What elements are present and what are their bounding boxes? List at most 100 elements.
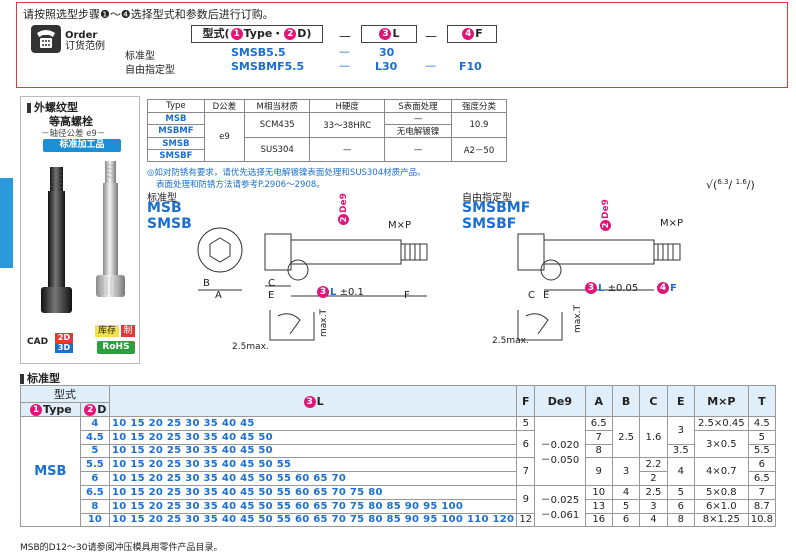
mxp-cell: 4×0.7 — [693, 457, 749, 486]
std-l-dim: 3L ±0.1 — [316, 286, 364, 298]
std-dim-f: F — [404, 290, 410, 301]
l-cell: 10 15 20 25 30 35 40 45 50 55 60 65 70 7… — [109, 484, 518, 500]
spec-h-type: Type — [147, 99, 205, 113]
d-cell: 6.5 — [79, 484, 111, 500]
e-cell: 3.5 — [666, 443, 695, 459]
l-cell: 10 15 20 25 30 35 40 45 50 55 60 65 70 7… — [109, 498, 518, 514]
l-cell: 10 15 20 25 30 35 40 45 50 55 60 65 70 7… — [109, 512, 518, 528]
row1-dash: — — [339, 45, 350, 58]
t-cell: 10.8 — [747, 512, 777, 528]
t-cell: 7 — [747, 484, 777, 500]
l-cell: 10 15 20 25 30 35 40 45 — [109, 416, 518, 431]
h-e: E — [666, 385, 695, 417]
std-max-t: max.T — [318, 309, 329, 337]
a-cell: 7 — [584, 429, 613, 445]
h-de9: De9 — [534, 385, 586, 417]
row2-f: F10 — [459, 60, 482, 73]
l-cell: 10 15 20 25 30 35 40 45 50 — [109, 429, 518, 445]
spec-row: MSB e9 SCM435 33～38HRC — 10.9 — [147, 112, 508, 162]
c-cell: 2 — [639, 471, 668, 486]
spec-surf: 无电解镀镍 — [384, 124, 452, 138]
order-box-f: 4F — [447, 25, 497, 43]
e-cell: 4 — [666, 457, 695, 486]
cad-3d-badge[interactable]: 3D — [55, 343, 73, 353]
spec-note2[interactable]: 表面处理和防锈方法请参考P.2906～2908。 — [156, 178, 325, 190]
t-cell: 5.5 — [747, 443, 777, 459]
order-example-box: 请按照选型步骤❶～❹选择型式和参数后进行订购。 Order 订货范例 型式(1 T… — [16, 2, 788, 88]
roughness-symbol-icon: √(6.3/ 1.6/) — [706, 178, 755, 192]
spec-header-row: Type D公差 M相当材质 H硬度 S表面处理 强度分类 — [147, 99, 508, 113]
spec-type: MSBMF — [147, 124, 205, 138]
row2-label: 自由指定型 — [125, 65, 175, 76]
l-cell: 10 15 20 25 30 35 40 45 50 — [109, 443, 518, 459]
free-de9: 2De9 — [600, 199, 611, 232]
free-dim-e: E — [543, 290, 550, 301]
a-cell: 8 — [584, 443, 613, 459]
order-dash-1: — — [339, 29, 351, 43]
title-bar-mark — [27, 103, 31, 113]
spec-hard: — — [309, 137, 385, 162]
free-max25: 2.5max. — [492, 336, 529, 346]
row2-dash-2: — — [425, 59, 436, 72]
e-cell: 5 — [666, 484, 695, 500]
tol-cell: －0.025 －0.061 — [534, 484, 586, 528]
order-box-l: 3L — [361, 25, 417, 43]
c-cell: 1.6 — [639, 415, 668, 459]
c-cell: 2.2 — [639, 457, 668, 473]
make-badge: 制 — [121, 325, 135, 337]
std-dim-a: A — [215, 290, 222, 301]
cad-2d-badge[interactable]: 2D — [55, 333, 73, 343]
free-mxp: M×P — [660, 218, 684, 229]
h-a: A — [584, 385, 613, 417]
b-cell: 3 — [611, 457, 641, 486]
c-cell: 2.5 — [639, 484, 668, 500]
spec-hard: 33～38HRC — [309, 112, 385, 138]
d-cell: 6 — [79, 471, 111, 486]
row2-type: SMSBMF5.5 — [231, 60, 305, 73]
h-b: B — [611, 385, 641, 417]
order-label-cn: 订货范例 — [65, 41, 105, 52]
e-cell: 3 — [666, 416, 695, 445]
f-cell: 12 — [516, 512, 536, 528]
section-title: 标准型 — [20, 370, 60, 386]
table-row: 6 10 15 20 25 30 35 40 45 50 55 60 65 70… — [21, 471, 777, 486]
drawing-std-type2: SMSB — [147, 216, 192, 232]
mxp-cell: 3×0.5 — [693, 429, 749, 459]
spec-class: A2－50 — [450, 137, 508, 162]
std-dim-e: E — [268, 290, 275, 301]
badge-standard: 标准加工品 — [43, 139, 121, 152]
c-cell: 4 — [639, 512, 668, 528]
c-cell: 3 — [639, 498, 668, 514]
spec-h-surf: S表面处理 — [384, 99, 452, 113]
a-cell: 13 — [584, 498, 613, 514]
spec-mat: SCM435 — [244, 112, 311, 138]
order-dash-2: — — [425, 29, 437, 43]
f-cell: 7 — [516, 457, 536, 486]
spec-mat: SUS304 — [244, 137, 311, 162]
spec-class: 10.9 — [450, 112, 508, 138]
std-mxp: M×P — [388, 220, 412, 231]
drawing-std-type1: MSB — [147, 200, 182, 216]
table-row: 8 10 15 20 25 30 35 40 45 50 55 60 65 70… — [21, 498, 777, 514]
row1-type: SMSB5.5 — [231, 46, 286, 59]
order-box-type: 型式(1 Type・ 2 D) — [191, 25, 323, 43]
h-d: 2D — [79, 402, 111, 417]
l-cell: 10 15 20 25 30 35 40 45 50 55 60 65 70 — [109, 471, 518, 486]
h-c: C — [639, 385, 668, 417]
b-cell: 6 — [611, 512, 641, 528]
spec-surf: — — [384, 137, 452, 162]
table-footnote: MSB的D12～30请参阅冲压模具用零件产品目录。 — [20, 543, 223, 553]
table-row: MSB 4 10 15 20 25 30 35 40 45 5 －0.020 －0… — [20, 415, 777, 528]
d-cell: 4 — [79, 416, 111, 431]
std-dim-c: C — [268, 278, 275, 289]
table-row: 10 10 15 20 25 30 35 40 45 50 55 60 65 7… — [21, 512, 777, 528]
mxp-cell: 8×1.25 — [693, 512, 749, 528]
spec-h-hard: H硬度 — [309, 99, 385, 113]
a-cell: 16 — [584, 512, 613, 528]
rohs-badge: RoHS — [97, 341, 135, 354]
spec-type: SMSB — [147, 137, 205, 150]
b-cell: 4 — [611, 484, 641, 500]
h-t: T — [747, 385, 777, 417]
side-tab[interactable] — [0, 178, 13, 268]
a-cell: 6.5 — [584, 416, 613, 431]
